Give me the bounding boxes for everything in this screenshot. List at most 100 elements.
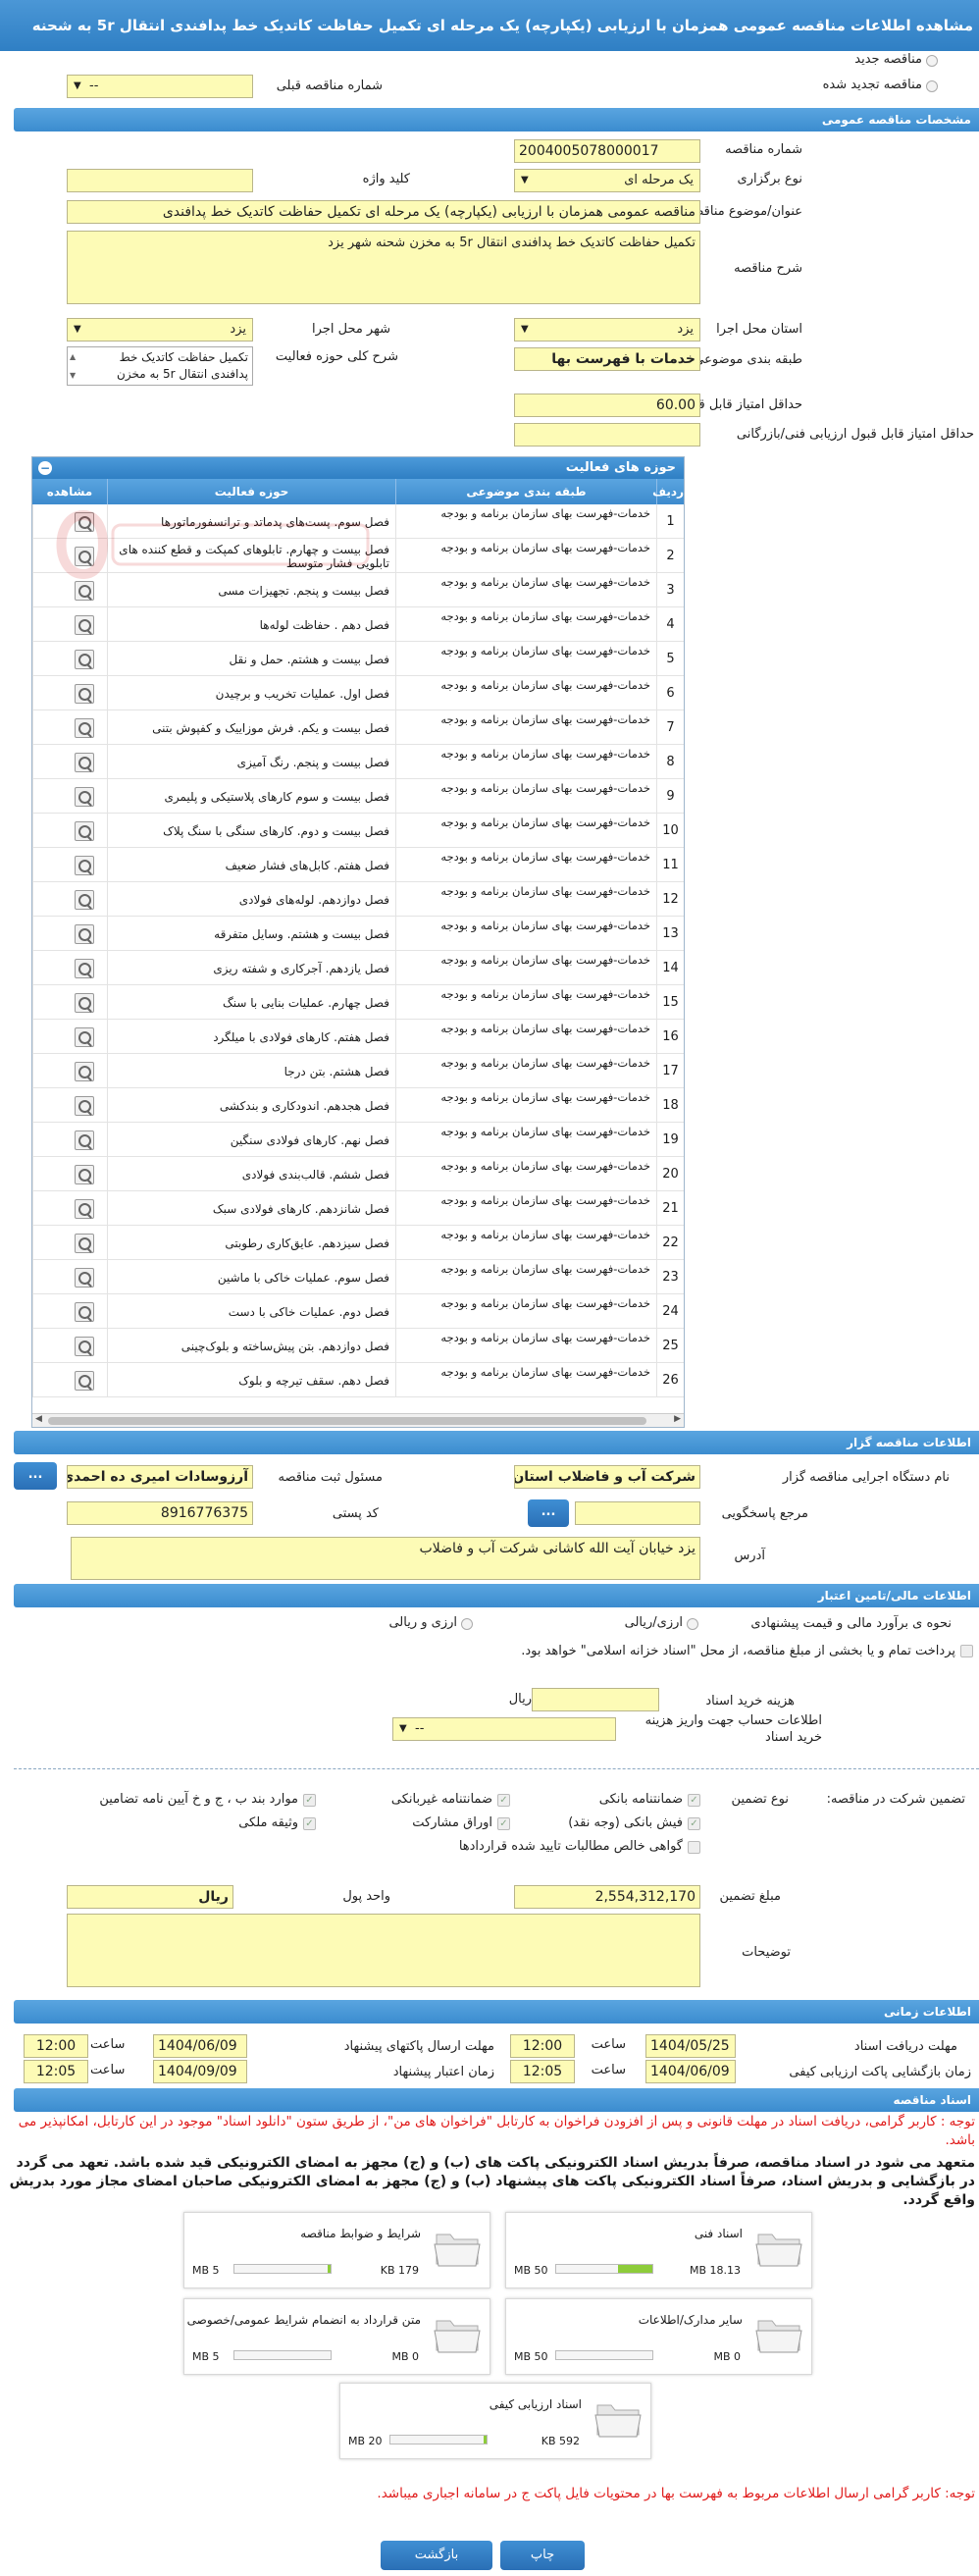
back-button[interactable]: بازگشت	[381, 2541, 492, 2570]
category-field[interactable]: خدمات با فهرست بها	[514, 347, 700, 371]
magnifier-icon[interactable]	[75, 1268, 94, 1288]
table-row[interactable]: 1 خدمات-فهرست بهای سازمان برنامه و بودجه ف…	[32, 504, 684, 539]
rial-foreign-radio[interactable]	[461, 1618, 473, 1630]
magnifier-icon[interactable]	[75, 993, 94, 1013]
send-time-field[interactable]: 12:00	[24, 2034, 88, 2058]
scroll-left-icon[interactable]: ◀	[35, 1414, 42, 1424]
table-row[interactable]: 6 خدمات-فهرست بهای سازمان برنامه و بودجه ف…	[32, 676, 684, 710]
org-field[interactable]: شرکت آب و فاضلاب استان	[514, 1465, 700, 1489]
col-row-header[interactable]: ردیف	[652, 479, 684, 504]
province-select[interactable]: ▼ یزد	[514, 318, 700, 342]
subject-field[interactable]: مناقصه عمومی همزمان با ارزیابی (یکپارچه)…	[67, 200, 700, 224]
validity-time-field[interactable]: 12:05	[24, 2060, 88, 2083]
table-row[interactable]: 12 خدمات-فهرست بهای سازمان برنامه و بودجه…	[32, 882, 684, 917]
magnifier-icon[interactable]	[75, 753, 94, 772]
magnifier-icon[interactable]	[75, 1371, 94, 1391]
magnifier-icon[interactable]	[75, 1027, 94, 1047]
magnifier-icon[interactable]	[75, 1096, 94, 1116]
postal-field[interactable]: 8916776375	[67, 1501, 253, 1525]
keyword-field[interactable]	[67, 169, 253, 192]
doc-card[interactable]: سایر مدارک/اطلاعات 0 MB 50 MB	[505, 2298, 812, 2375]
magnifier-icon[interactable]	[75, 1130, 94, 1150]
ref-field[interactable]	[575, 1501, 700, 1525]
magnifier-icon[interactable]	[75, 1337, 94, 1356]
receive-date-field[interactable]: 1404/05/25	[645, 2034, 736, 2058]
magnifier-icon[interactable]	[75, 547, 94, 566]
table-row[interactable]: 15 خدمات-فهرست بهای سازمان برنامه و بودجه…	[32, 985, 684, 1020]
magnifier-icon[interactable]	[75, 821, 94, 841]
magnifier-icon[interactable]	[75, 1199, 94, 1219]
table-row[interactable]: 19 خدمات-فهرست بهای سازمان برنامه و بودجه…	[32, 1123, 684, 1157]
magnifier-icon[interactable]	[75, 1165, 94, 1184]
magnifier-icon[interactable]	[75, 1062, 94, 1081]
magnifier-icon[interactable]	[75, 718, 94, 738]
table-row[interactable]: 14 خدمات-فهرست بهای سازمان برنامه و بودجه…	[32, 951, 684, 985]
clauses-checkbox[interactable]: ✓	[303, 1794, 316, 1807]
magnifier-icon[interactable]	[75, 856, 94, 875]
table-row[interactable]: 4 خدمات-فهرست بهای سازمان برنامه و بودجه ف…	[32, 607, 684, 642]
table-row[interactable]: 18 خدمات-فهرست بهای سازمان برنامه و بودجه…	[32, 1088, 684, 1123]
type-select[interactable]: ▼ یک مرحله ای	[514, 169, 700, 192]
magnifier-icon[interactable]	[75, 1234, 94, 1253]
bank-guarantee-checkbox[interactable]: ✓	[688, 1794, 700, 1807]
responsible-field[interactable]: آرزوسادات امیری ده احمدی	[67, 1465, 253, 1489]
treasury-checkbox[interactable]	[960, 1645, 973, 1657]
table-row[interactable]: 16 خدمات-فهرست بهای سازمان برنامه و بودجه…	[32, 1020, 684, 1054]
table-row[interactable]: 22 خدمات-فهرست بهای سازمان برنامه و بودجه…	[32, 1226, 684, 1260]
table-row[interactable]: 9 خدمات-فهرست بهای سازمان برنامه و بودجه ف…	[32, 779, 684, 814]
claims-checkbox[interactable]	[688, 1841, 700, 1854]
open-date-field[interactable]: 1404/06/09	[645, 2060, 736, 2083]
min-quality-field[interactable]: 60.00	[514, 394, 700, 417]
table-row[interactable]: 11 خدمات-فهرست بهای سازمان برنامه و بودجه…	[32, 848, 684, 882]
send-date-field[interactable]: 1404/06/09	[153, 2034, 247, 2058]
col-activity-header[interactable]: حوزه فعالیت	[107, 479, 395, 504]
table-row[interactable]: 21 خدمات-فهرست بهای سازمان برنامه و بودجه…	[32, 1191, 684, 1226]
account-select[interactable]: ▼ --	[392, 1717, 616, 1741]
table-row[interactable]: 26 خدمات-فهرست بهای سازمان برنامه و بودجه…	[32, 1363, 684, 1397]
scroll-down-icon[interactable]: ▼	[70, 367, 76, 384]
doc-card[interactable]: متن قرارداد به انضمام شرایط عمومی/خصوصی 0…	[183, 2298, 490, 2375]
table-row[interactable]: 25 خدمات-فهرست بهای سازمان برنامه و بودجه…	[32, 1329, 684, 1363]
magnifier-icon[interactable]	[75, 1302, 94, 1322]
col-view-header[interactable]: مشاهده	[32, 479, 107, 504]
renewed-tender-radio[interactable]	[926, 80, 938, 92]
magnifier-icon[interactable]	[75, 787, 94, 807]
magnifier-icon[interactable]	[75, 615, 94, 635]
table-row[interactable]: 17 خدمات-فهرست بهای سازمان برنامه و بودجه…	[32, 1054, 684, 1088]
magnifier-icon[interactable]	[75, 959, 94, 978]
horizontal-scrollbar[interactable]: ◀ ▶	[32, 1413, 684, 1427]
table-row[interactable]: 5 خدمات-فهرست بهای سازمان برنامه و بودجه ف…	[32, 642, 684, 676]
city-select[interactable]: ▼ یزد	[67, 318, 253, 342]
address-field[interactable]: یزد خیابان آیت الله کاشانی شرکت آب و فاض…	[71, 1537, 700, 1580]
doc-fee-field[interactable]	[532, 1688, 659, 1711]
doc-card[interactable]: اسناد ارزیابی کیفی 592 KB 20 MB	[339, 2383, 651, 2459]
table-row[interactable]: 2 خدمات-فهرست بهای سازمان برنامه و بودجه ف…	[32, 539, 684, 573]
table-row[interactable]: 8 خدمات-فهرست بهای سازمان برنامه و بودجه ف…	[32, 745, 684, 779]
notes-field[interactable]	[67, 1914, 700, 1987]
doc-card[interactable]: شرایط و ضوابط مناقصه 179 KB 5 MB	[183, 2212, 490, 2288]
table-row[interactable]: 20 خدمات-فهرست بهای سازمان برنامه و بودجه…	[32, 1157, 684, 1191]
open-time-field[interactable]: 12:05	[510, 2060, 575, 2083]
prev-number-select[interactable]: ▼ --	[67, 75, 253, 98]
min-tech-field[interactable]	[514, 423, 700, 447]
print-button[interactable]: چاپ	[500, 2541, 585, 2570]
amount-field[interactable]: 2,554,312,170	[514, 1885, 700, 1909]
new-tender-radio[interactable]	[926, 55, 938, 67]
scroll-up-icon[interactable]: ▲	[70, 348, 76, 365]
table-row[interactable]: 13 خدمات-فهرست بهای سازمان برنامه و بودجه…	[32, 917, 684, 951]
validity-date-field[interactable]: 1404/09/09	[153, 2060, 247, 2083]
responsible-lookup-button[interactable]: ...	[14, 1462, 57, 1490]
cash-checkbox[interactable]: ✓	[688, 1817, 700, 1830]
property-checkbox[interactable]: ✓	[303, 1817, 316, 1830]
table-row[interactable]: 10 خدمات-فهرست بهای سازمان برنامه و بودجه…	[32, 814, 684, 848]
col-category-header[interactable]: طبقه بندی موضوعی	[395, 479, 656, 504]
desc-field[interactable]: تکمیل حفاظت کاتدیک خط پدافندی انتقال 5r …	[67, 231, 700, 304]
table-row[interactable]: 3 خدمات-فهرست بهای سازمان برنامه و بودجه ف…	[32, 573, 684, 607]
table-row[interactable]: 23 خدمات-فهرست بهای سازمان برنامه و بودجه…	[32, 1260, 684, 1294]
collapse-icon[interactable]: −	[38, 461, 52, 475]
tender-number-field[interactable]: 2004005078000017	[514, 139, 700, 163]
ref-lookup-button[interactable]: ...	[528, 1499, 569, 1527]
magnifier-icon[interactable]	[75, 924, 94, 944]
nonbank-guarantee-checkbox[interactable]: ✓	[497, 1794, 510, 1807]
magnifier-icon[interactable]	[75, 650, 94, 669]
